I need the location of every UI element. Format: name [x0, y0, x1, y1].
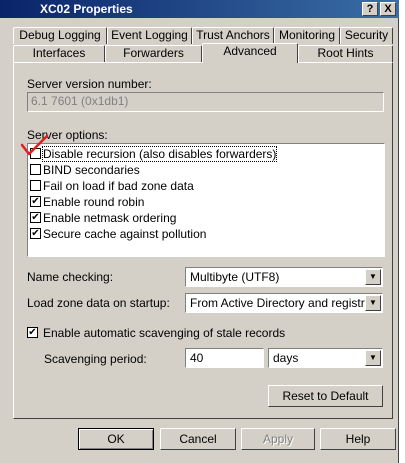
fail-on-load-checkbox[interactable] — [30, 180, 41, 191]
list-item[interactable]: ✔ Enable netmask ordering — [30, 210, 380, 226]
scavenging-period-input[interactable]: 40 — [185, 348, 264, 368]
list-item[interactable]: Fail on load if bad zone data — [30, 178, 380, 194]
load-zone-value: From Active Directory and registry — [190, 296, 371, 310]
help-button[interactable]: Help — [320, 428, 396, 450]
round-robin-checkbox[interactable]: ✔ — [30, 196, 41, 207]
name-checking-value: Multibyte (UTF8) — [190, 270, 280, 284]
scavenging-unit-value: days — [273, 351, 299, 365]
disable-recursion-label: Disable recursion (also disables forward… — [41, 146, 278, 162]
list-item[interactable]: BIND secondaries — [30, 162, 380, 178]
properties-dialog: XC02 Properties ? X Debug Logging Event … — [0, 0, 399, 463]
name-checking-label: Name checking: — [27, 270, 114, 284]
fail-on-load-label: Fail on load if bad zone data — [43, 179, 194, 193]
server-options-list[interactable]: Disable recursion (also disables forward… — [27, 143, 385, 257]
bind-secondaries-label: BIND secondaries — [43, 163, 140, 177]
apply-button[interactable]: Apply — [241, 428, 315, 450]
load-zone-label: Load zone data on startup: — [27, 296, 170, 310]
netmask-ordering-label: Enable netmask ordering — [43, 211, 177, 225]
chevron-down-icon[interactable]: ▼ — [365, 295, 381, 311]
server-version-field: 6.1 7601 (0x1db1) — [27, 92, 384, 112]
bind-secondaries-checkbox[interactable] — [30, 164, 41, 175]
chevron-down-icon[interactable]: ▼ — [365, 350, 381, 366]
list-item[interactable]: ✔ Enable round robin — [30, 194, 380, 210]
scavenging-period-label: Scavenging period: — [44, 352, 147, 366]
chevron-down-icon[interactable]: ▼ — [365, 269, 381, 285]
red-checkmark-icon — [20, 134, 49, 156]
scavenging-label: Enable automatic scavenging of stale rec… — [43, 326, 286, 340]
scavenging-period-value: 40 — [190, 351, 204, 365]
round-robin-label: Enable round robin — [43, 195, 145, 209]
load-zone-select[interactable]: From Active Directory and registry ▼ — [185, 293, 383, 313]
ok-button[interactable]: OK — [78, 428, 154, 450]
name-checking-select[interactable]: Multibyte (UTF8) ▼ — [185, 267, 383, 287]
scavenging-unit-select[interactable]: days ▼ — [268, 348, 383, 368]
netmask-ordering-checkbox[interactable]: ✔ — [30, 212, 41, 223]
reset-to-default-button[interactable]: Reset to Default — [268, 385, 383, 407]
secure-cache-label: Secure cache against pollution — [43, 227, 207, 241]
list-item[interactable]: Disable recursion (also disables forward… — [30, 146, 380, 162]
secure-cache-checkbox[interactable]: ✔ — [30, 228, 41, 239]
server-version-label: Server version number: — [27, 77, 152, 91]
cancel-button[interactable]: Cancel — [160, 428, 236, 450]
scavenging-checkbox[interactable]: ✔ — [27, 327, 38, 338]
list-item[interactable]: ✔ Secure cache against pollution — [30, 226, 380, 242]
